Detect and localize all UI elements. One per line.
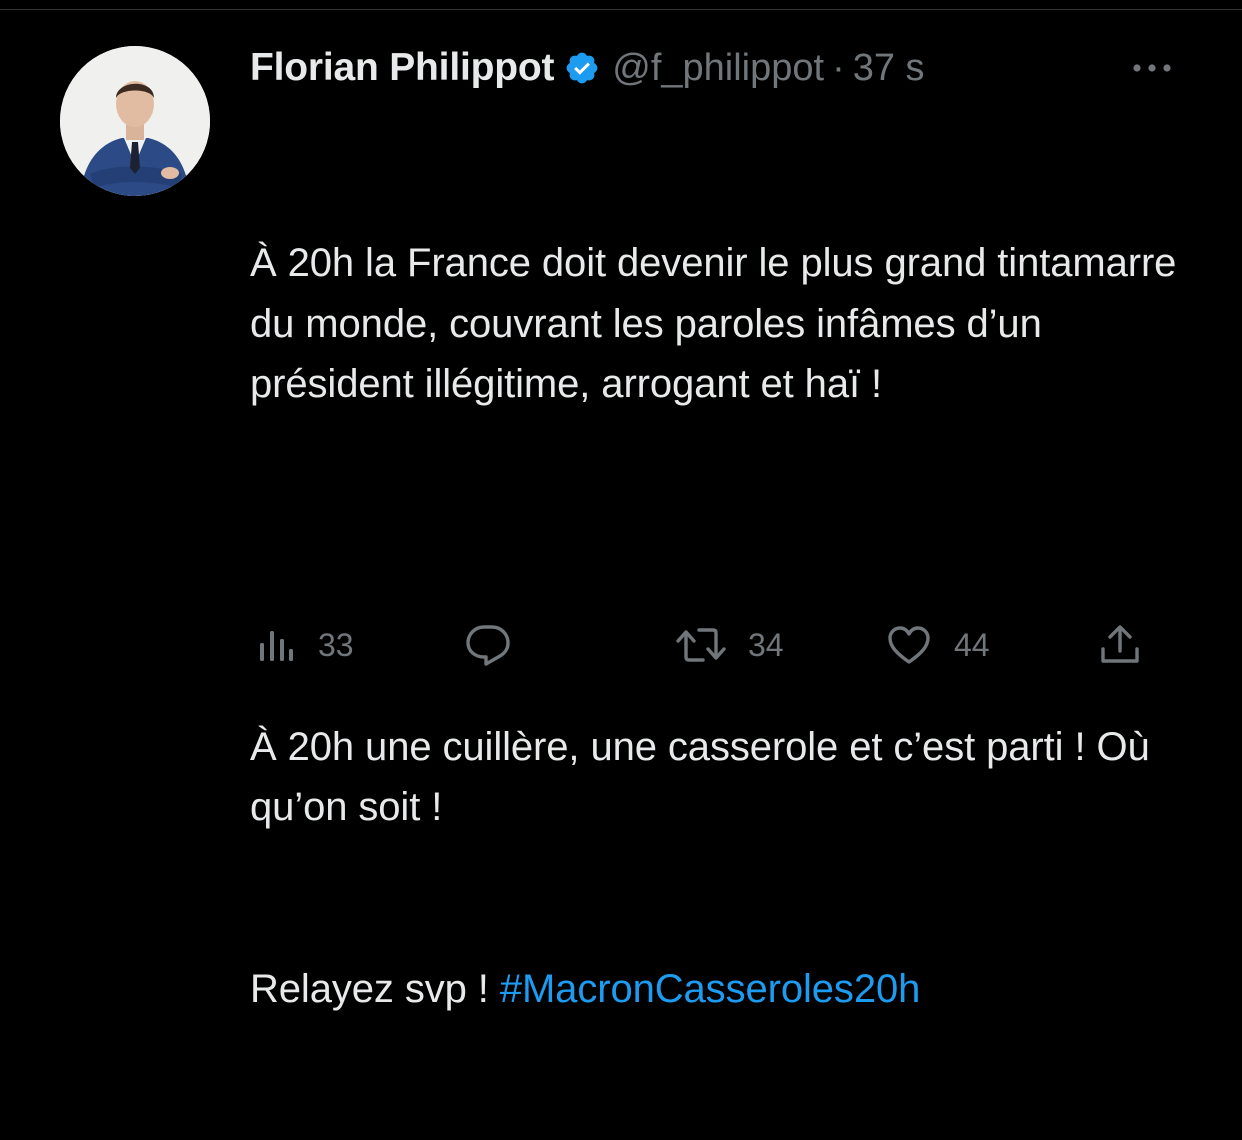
verified-badge-icon — [564, 50, 600, 86]
like-icon — [886, 624, 932, 666]
more-options-icon[interactable] — [1130, 58, 1174, 78]
separator-dot: · — [832, 46, 845, 89]
author-handle[interactable]: @f_philippot — [612, 47, 824, 90]
relay-text: Relayez svp ! — [250, 966, 500, 1011]
tweet-paragraph-2: À 20h une cuillère, une casserole et c’e… — [250, 724, 1161, 830]
tweet-paragraph-3: Relayez svp ! #MacronCasseroles20h — [250, 959, 1210, 1020]
like-button[interactable]: 44 — [886, 620, 990, 670]
reply-icon — [464, 623, 512, 667]
top-divider — [0, 0, 1242, 10]
author-name[interactable]: Florian Philippot — [250, 46, 554, 90]
tweet-header: Florian Philippot @f_philippot · 37 s — [250, 46, 925, 90]
views-count: 33 — [318, 626, 354, 663]
tweet[interactable]: Florian Philippot @f_philippot · 37 s À … — [0, 10, 1242, 1011]
retweet-button[interactable]: 34 — [676, 620, 784, 670]
share-button[interactable] — [1098, 620, 1142, 670]
views-button[interactable]: 33 — [256, 620, 354, 670]
avatar[interactable] — [60, 46, 210, 196]
share-icon — [1098, 623, 1142, 667]
hashtag-link[interactable]: #MacronCasseroles20h — [500, 967, 921, 1011]
like-count: 44 — [954, 626, 990, 663]
timestamp[interactable]: 37 s — [853, 47, 925, 90]
retweet-icon — [676, 625, 726, 665]
tweet-paragraph-1: À 20h la France doit devenir le plus gra… — [250, 241, 1188, 406]
reply-button[interactable] — [464, 620, 534, 670]
action-bar: 33 34 44 — [0, 620, 1242, 670]
retweet-count: 34 — [748, 626, 784, 663]
views-icon — [256, 625, 296, 665]
